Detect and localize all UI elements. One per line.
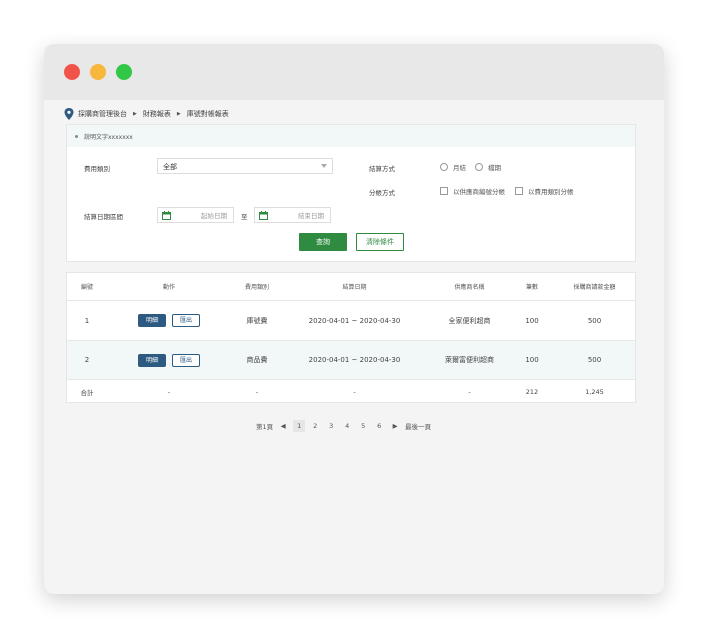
summary-label: 合計	[80, 388, 94, 397]
settlement-method-label: 結算方式	[369, 165, 395, 173]
detail-button[interactable]: 明細	[138, 314, 166, 327]
caret-down-icon	[321, 164, 327, 168]
cell-count: 100	[525, 356, 539, 364]
checkbox-split-by-supplier-label: 以供應商編號分帳	[453, 188, 505, 196]
page-6[interactable]: 6	[373, 420, 385, 432]
cell-supplier: 全家便利超商	[448, 316, 491, 325]
checkbox-split-by-category-label: 以費用類別分帳	[528, 188, 574, 196]
breadcrumb-item-admin[interactable]: 採購商管理後台	[78, 109, 127, 119]
cell-actions: 明細 匯出	[122, 353, 216, 367]
summary-amount: 1,245	[585, 387, 604, 396]
close-window-button[interactable]	[64, 64, 80, 80]
table-row: 2 明細 匯出 商品費 2020-04-01 ~ 2020-04-30 萊爾富便利…	[67, 341, 635, 380]
header-count: 筆數	[525, 284, 538, 291]
description-text: 說明文字xxxxxxx	[84, 133, 133, 141]
radio-period-label: 檔期	[488, 164, 501, 172]
radio-monthly[interactable]: 月結	[440, 162, 466, 172]
filter-panel: 說明文字xxxxxxx 費用類別 全部 結算方式 月結 檔期 分帳方式 以供應商…	[66, 124, 636, 262]
cell-actions: 明細 匯出	[122, 314, 216, 327]
page-4[interactable]: 4	[341, 420, 353, 432]
page-3[interactable]: 3	[325, 420, 337, 432]
cell-no: 2	[84, 356, 90, 364]
cell-date: 2020-04-01 ~ 2020-04-30	[308, 356, 401, 364]
cell-supplier: 萊爾富便利超商	[445, 356, 494, 364]
checkbox-split-by-supplier[interactable]: 以供應商編號分帳	[440, 186, 505, 196]
page-2[interactable]: 2	[309, 420, 321, 432]
breadcrumb: 採購商管理後台 ▶ 財務報表 ▶ 庫號對帳報表	[64, 107, 229, 121]
breadcrumb-item-current: 庫號對帳報表	[186, 110, 229, 118]
start-date-placeholder: 起始日期	[201, 212, 227, 220]
caret-left-icon[interactable]: ◀	[279, 420, 287, 432]
end-date-placeholder: 結束日期	[298, 212, 324, 220]
cell-amount: 500	[587, 356, 602, 364]
location-pin-icon	[64, 108, 74, 120]
cell-category: 庫號費	[246, 316, 268, 325]
header-date: 結算日期	[342, 284, 367, 291]
checkbox-box[interactable]	[440, 187, 448, 195]
table-header-row: 編號 動作 費用類別 結算日期 供應商名稱 筆數 採購商請款金額	[67, 273, 635, 301]
header-no: 編號	[80, 284, 93, 291]
calendar-icon	[162, 211, 171, 220]
description-bar: 說明文字xxxxxxx	[67, 125, 635, 147]
export-button[interactable]: 匯出	[172, 314, 200, 327]
radio-circle[interactable]	[440, 163, 448, 171]
calendar-icon	[259, 211, 268, 220]
summary-supplier: -	[468, 387, 471, 396]
start-date-input[interactable]: 起始日期	[157, 207, 234, 223]
chevron-right-icon: ▶	[176, 111, 181, 117]
search-button[interactable]: 查詢	[299, 233, 347, 251]
app-window: 採購商管理後台 ▶ 財務報表 ▶ 庫號對帳報表 說明文字xxxxxxx 費用類別…	[44, 44, 664, 594]
page-5[interactable]: 5	[357, 420, 369, 432]
summary-count: 212	[525, 387, 539, 396]
checkbox-split-by-category[interactable]: 以費用類別分帳	[515, 186, 574, 196]
date-to-label: 至	[241, 213, 248, 221]
summary-action: -	[167, 387, 171, 396]
header-amount: 採購商請款金額	[573, 284, 616, 291]
cell-date: 2020-04-01 ~ 2020-04-30	[308, 316, 401, 325]
header-category: 費用類別	[244, 284, 269, 291]
radio-monthly-label: 月結	[453, 164, 466, 172]
export-button[interactable]: 匯出	[172, 353, 200, 367]
header-action: 動作	[162, 284, 175, 291]
end-date-input[interactable]: 結束日期	[254, 207, 331, 223]
clear-filters-button[interactable]: 清除條件	[356, 233, 404, 251]
summary-date: -	[353, 387, 356, 396]
summary-category: -	[255, 387, 259, 396]
report-table: 編號 動作 費用類別 結算日期 供應商名稱 筆數 採購商請款金額 1 明細 匯出 …	[66, 272, 636, 403]
cell-no: 1	[84, 316, 90, 325]
date-range-label: 結算日期區間	[84, 213, 123, 221]
first-page-link[interactable]: 第1頁	[256, 421, 273, 431]
cell-amount: 500	[587, 316, 602, 325]
page-1[interactable]: 1	[293, 420, 306, 432]
fee-category-label: 費用類別	[84, 165, 110, 173]
window-titlebar	[44, 44, 664, 100]
bullet-icon	[75, 134, 78, 138]
cell-category: 商品費	[246, 356, 268, 364]
chevron-right-icon: ▶	[133, 111, 137, 117]
checkbox-box[interactable]	[515, 187, 523, 195]
fee-category-value: 全部	[163, 163, 177, 171]
breadcrumb-item-finance[interactable]: 財務報表	[143, 109, 171, 119]
zoom-window-button[interactable]	[116, 64, 132, 80]
last-page-link[interactable]: 最後一頁	[405, 421, 431, 431]
pagination: 第1頁 ◀ 1 2 3 4 5 6 ▶ 最後一頁	[254, 420, 433, 432]
radio-circle[interactable]	[475, 163, 483, 171]
detail-button[interactable]: 明細	[138, 353, 166, 367]
split-method-label: 分帳方式	[369, 189, 395, 197]
table-row: 1 明細 匯出 庫號費 2020-04-01 ~ 2020-04-30 全家便利超…	[67, 301, 635, 341]
cell-count: 100	[525, 316, 539, 325]
caret-right-icon[interactable]: ▶	[391, 420, 399, 432]
fee-category-select[interactable]: 全部	[157, 158, 333, 174]
header-supplier: 供應商名稱	[454, 284, 485, 291]
minimize-window-button[interactable]	[90, 64, 106, 80]
table-summary-row: 合計 - - - - 212 1,245	[67, 380, 635, 403]
radio-period[interactable]: 檔期	[475, 162, 501, 172]
